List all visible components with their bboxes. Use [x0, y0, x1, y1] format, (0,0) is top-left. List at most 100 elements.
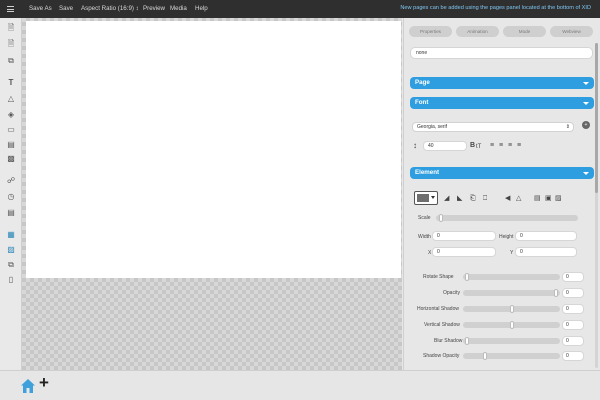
- y-input[interactable]: 0: [515, 247, 577, 257]
- flip-horizontal-icon[interactable]: ◀: [505, 195, 510, 203]
- menu-media[interactable]: Media: [170, 5, 187, 12]
- section-element-label: Element: [415, 169, 440, 176]
- home-icon[interactable]: [20, 378, 36, 394]
- opacity-slider[interactable]: [463, 289, 560, 297]
- panel-scrollbar[interactable]: [595, 43, 598, 193]
- tab-mode[interactable]: Mode: [503, 26, 546, 37]
- link-icon[interactable]: ☍: [5, 175, 17, 186]
- menu-save[interactable]: Save: [59, 5, 73, 12]
- bring-forward-icon[interactable]: ◢: [444, 195, 449, 203]
- align-vertical-icon[interactable]: ⎕: [483, 195, 487, 203]
- align-center-icon[interactable]: ≡: [499, 142, 503, 150]
- align-horizontal-icon[interactable]: ⎗: [470, 195, 476, 203]
- align-justify-icon[interactable]: ≡: [517, 142, 521, 150]
- rotate-shape-value[interactable]: 0: [562, 272, 584, 282]
- top-menu-bar: Save As Save Aspect Ratio (16:9) ↕ Previ…: [0, 0, 600, 18]
- width-input[interactable]: 0: [432, 231, 496, 241]
- select-arrows-icon: ⇕: [565, 124, 570, 130]
- caret-down-icon: [431, 196, 435, 199]
- timer-icon[interactable]: ◷: [5, 191, 17, 202]
- page-canvas[interactable]: [26, 21, 401, 278]
- slider-knob[interactable]: [483, 352, 488, 360]
- add-page-icon[interactable]: 🗎: [5, 39, 17, 50]
- vertical-shadow-slider[interactable]: [463, 321, 560, 329]
- distribute-icon[interactable]: ▤: [534, 195, 541, 203]
- flip-vertical-icon[interactable]: △: [516, 195, 521, 203]
- menu-save-as[interactable]: Save As: [29, 5, 52, 12]
- slider-knob[interactable]: [554, 289, 559, 297]
- canvas-area[interactable]: [22, 18, 402, 370]
- blur-shadow-value[interactable]: 0: [562, 336, 584, 346]
- tab-webview[interactable]: Webview: [550, 26, 593, 37]
- font-family-select[interactable]: Georgia, serif ⇕: [412, 122, 574, 132]
- menu-aspect-ratio[interactable]: Aspect Ratio (16:9) ↕: [81, 5, 139, 12]
- slider-knob[interactable]: [509, 321, 514, 329]
- shape-icon[interactable]: △: [5, 93, 17, 104]
- add-page-icon[interactable]: 🗎: [5, 23, 17, 34]
- shadow-opacity-value[interactable]: 0: [562, 351, 584, 361]
- x-label: X: [428, 250, 432, 256]
- slider-knob[interactable]: [464, 337, 469, 345]
- color-swatch: [417, 194, 429, 202]
- font-size-icon: ↕: [413, 141, 417, 150]
- align-left-icon[interactable]: ≡: [490, 142, 494, 150]
- text-transform-button[interactable]: tT: [476, 143, 481, 151]
- library-icon[interactable]: ▤: [5, 139, 17, 150]
- vertical-shadow-label: Vertical Shadow: [424, 322, 460, 328]
- shadow-opacity-slider[interactable]: [463, 352, 560, 360]
- chevron-down-icon: [583, 102, 589, 105]
- blur-shadow-label: Blur Shadow: [434, 338, 463, 344]
- horizontal-shadow-value[interactable]: 0: [562, 304, 584, 314]
- menu-preview[interactable]: Preview: [143, 5, 165, 12]
- color-picker[interactable]: [414, 191, 438, 205]
- add-font-icon[interactable]: +: [582, 121, 590, 129]
- shadow-opacity-label: Shadow Opacity: [423, 353, 460, 359]
- copy-icon[interactable]: ⧉: [5, 259, 17, 270]
- align-right-icon[interactable]: ≡: [508, 142, 512, 150]
- hamburger-menu-icon[interactable]: [7, 6, 14, 14]
- font-size-input[interactable]: 40: [423, 141, 467, 151]
- font-family-value: Georgia, serif: [417, 124, 448, 130]
- slider-knob[interactable]: [464, 273, 469, 281]
- duplicate-icon[interactable]: ⧉: [5, 55, 17, 66]
- group-icon[interactable]: ▣: [545, 195, 552, 203]
- slider-knob[interactable]: [438, 214, 443, 222]
- slider-knob[interactable]: [509, 305, 514, 313]
- blur-shadow-slider[interactable]: [463, 337, 560, 345]
- element-name-input[interactable]: none: [410, 47, 593, 59]
- document-icon[interactable]: ▤: [5, 207, 17, 218]
- archive-icon[interactable]: ▩: [5, 153, 17, 164]
- vertical-shadow-value[interactable]: 0: [562, 320, 584, 330]
- x-input[interactable]: 0: [432, 247, 496, 257]
- horizontal-shadow-label: Horizontal Shadow: [417, 306, 459, 312]
- section-page[interactable]: Page: [410, 77, 594, 89]
- height-label: Height: [499, 234, 514, 240]
- text-icon[interactable]: T: [5, 77, 17, 88]
- image-icon[interactable]: ▦: [5, 229, 17, 240]
- scale-label: Scale: [418, 215, 431, 221]
- send-backward-icon[interactable]: ◣: [457, 195, 462, 203]
- scale-slider[interactable]: [436, 214, 578, 222]
- menu-help[interactable]: Help: [195, 5, 208, 12]
- tab-properties[interactable]: Properties: [409, 26, 452, 37]
- section-element[interactable]: Element: [410, 167, 594, 179]
- opacity-label: Opacity: [443, 290, 460, 296]
- lock-icon[interactable]: ▨: [555, 195, 562, 203]
- bold-button[interactable]: B: [470, 142, 475, 150]
- rotate-shape-slider[interactable]: [463, 273, 560, 281]
- gallery-icon[interactable]: ▨: [5, 244, 17, 255]
- plus-icon[interactable]: +: [39, 373, 49, 393]
- trash-icon[interactable]: ▯: [5, 274, 17, 285]
- comment-icon[interactable]: ▭: [5, 124, 17, 135]
- chevron-down-icon: [583, 82, 589, 85]
- horizontal-shadow-slider[interactable]: [463, 305, 560, 313]
- panel-tabs: Properties Animation Mode Webview: [409, 26, 593, 37]
- section-font[interactable]: Font: [410, 97, 594, 109]
- section-page-label: Page: [415, 79, 430, 86]
- section-font-label: Font: [415, 99, 429, 106]
- tab-animation[interactable]: Animation: [456, 26, 499, 37]
- fill-icon[interactable]: ◈: [5, 109, 17, 120]
- pages-panel: +: [0, 370, 600, 400]
- height-input[interactable]: 0: [515, 231, 577, 241]
- opacity-value[interactable]: 0: [562, 288, 584, 298]
